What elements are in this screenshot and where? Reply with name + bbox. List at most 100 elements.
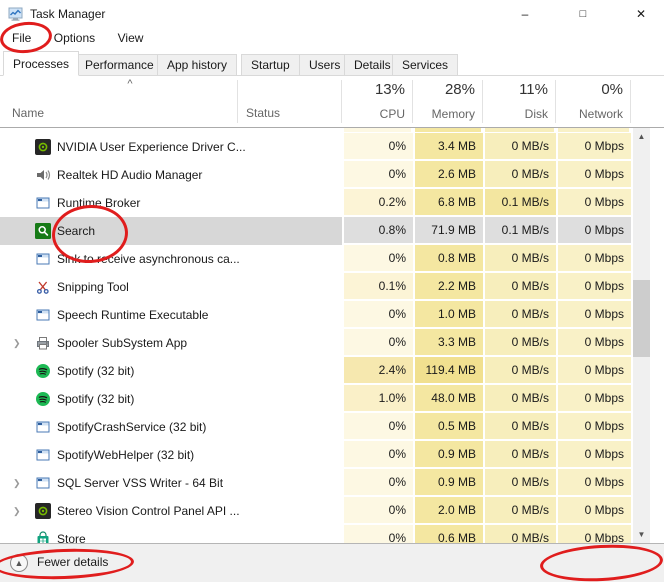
net-cell: 0 Mbps (556, 217, 631, 244)
process-name: Snipping Tool (57, 273, 129, 301)
search-app-icon (35, 223, 51, 239)
cpu-cell: 0.2% (342, 189, 413, 216)
dsk-cell: 0 MB/s (483, 497, 556, 524)
process-row[interactable]: ❯SQL Server VSS Writer - 64 Bit0%0.9 MB0… (0, 469, 664, 497)
menu-item-file[interactable]: File (8, 28, 35, 48)
net-cell: 0 Mbps (556, 497, 631, 524)
process-row[interactable]: Runtime Broker0.2%6.8 MB0.1 MB/s0 Mbps (0, 189, 664, 217)
mem-cell: 3.4 MB (413, 133, 483, 160)
chevron-up-icon: ▲ (10, 554, 28, 572)
column-header-status[interactable]: Status (246, 106, 280, 120)
process-name: NVIDIA User Experience Driver C... (57, 133, 246, 161)
tab-strip: Processes Performance App history Startu… (0, 50, 664, 76)
net-cell: 0 Mbps (556, 385, 631, 412)
footer-bar: ▲ Fewer details End task (0, 543, 664, 582)
mem-cell: 3.3 MB (413, 329, 483, 356)
process-row[interactable]: Store0%0.6 MB0 MB/s0 Mbps (0, 525, 664, 543)
tab-services[interactable]: Services (392, 54, 458, 76)
cpu-cell: 1.0% (342, 385, 413, 412)
expand-chevron-icon[interactable]: ❯ (13, 469, 21, 497)
dsk-cell: 0 MB/s (483, 273, 556, 300)
dsk-cell: 0 MB/s (483, 525, 556, 543)
scroll-down-icon[interactable]: ▼ (633, 526, 650, 543)
cpu-cell: 0.1% (342, 273, 413, 300)
process-row[interactable]: Snipping Tool 0.1%2.2 MB0 MB/s0 Mbps (0, 273, 664, 301)
process-row[interactable]: Speech Runtime Executable0%1.0 MB0 MB/s0… (0, 301, 664, 329)
dsk-cell: 0 MB/s (483, 133, 556, 160)
tab-startup[interactable]: Startup (241, 54, 300, 76)
column-header-network[interactable]: 0% Network (556, 76, 630, 128)
process-row[interactable]: Spotify (32 bit)1.0%48.0 MB0 MB/s0 Mbps (0, 385, 664, 413)
expand-chevron-icon[interactable]: ❯ (13, 497, 21, 525)
tab-processes[interactable]: Processes (3, 51, 79, 76)
cpu-cell: 0% (342, 301, 413, 328)
window-app-icon (35, 251, 51, 267)
dsk-cell: 0 MB/s (483, 441, 556, 468)
process-name: SpotifyWebHelper (32 bit) (57, 441, 194, 469)
window-app-icon (35, 419, 51, 435)
window-app-icon (35, 195, 51, 211)
nvidia-icon (35, 139, 51, 155)
mem-cell: 2.2 MB (413, 273, 483, 300)
column-header-disk[interactable]: 11% Disk (483, 76, 555, 128)
net-cell: 0 Mbps (556, 273, 631, 300)
mem-cell: 0.6 MB (413, 525, 483, 543)
process-row[interactable]: SpotifyCrashService (32 bit)0%0.5 MB0 MB… (0, 413, 664, 441)
mem-cell: 0.5 MB (413, 413, 483, 440)
column-header-cpu[interactable]: 13% CPU (342, 76, 412, 128)
process-row[interactable]: NVIDIA User Experience Driver C...0%3.4 … (0, 133, 664, 161)
cpu-cell: 0% (342, 329, 413, 356)
menu-item-view[interactable]: View (114, 28, 148, 48)
spotify-icon (35, 363, 51, 379)
process-row[interactable]: Sink to receive asynchronous ca...0%0.8 … (0, 245, 664, 273)
net-cell: 0 Mbps (556, 133, 631, 160)
process-row[interactable]: Spotify (32 bit)2.4%119.4 MB0 MB/s0 Mbps (0, 357, 664, 385)
vertical-scrollbar[interactable]: ▲ ▼ (633, 128, 650, 543)
process-name: Sink to receive asynchronous ca... (57, 245, 240, 273)
net-cell: 0 Mbps (556, 161, 631, 188)
window-app-icon (35, 307, 51, 323)
menu-item-options[interactable]: Options (50, 28, 99, 48)
mem-cell: 6.8 MB (413, 189, 483, 216)
process-name: Search (57, 217, 95, 245)
dsk-cell: 0 MB/s (483, 385, 556, 412)
dsk-cell: 0 MB/s (483, 413, 556, 440)
close-button[interactable]: ✕ (621, 0, 661, 28)
nvidia-icon (35, 503, 51, 519)
process-name: Store (57, 525, 86, 543)
process-row-selected[interactable]: Search0.8%71.9 MB0.1 MB/s0 Mbps (0, 217, 664, 245)
title-bar: Task Manager – □ ✕ (0, 0, 664, 28)
dsk-cell: 0 MB/s (483, 301, 556, 328)
minimize-button[interactable]: – (505, 0, 545, 28)
tab-performance[interactable]: Performance (75, 54, 164, 76)
scissors-icon (35, 279, 51, 295)
expand-chevron-icon[interactable]: ❯ (13, 329, 21, 357)
process-name: SQL Server VSS Writer - 64 Bit (57, 469, 223, 497)
process-row[interactable]: Realtek HD Audio Manager0%2.6 MB0 MB/s0 … (0, 161, 664, 189)
net-cell: 0 Mbps (556, 525, 631, 543)
printer-icon (35, 335, 51, 351)
net-cell: 0 Mbps (556, 413, 631, 440)
net-cell: 0 Mbps (556, 329, 631, 356)
net-cell: 0 Mbps (556, 189, 631, 216)
scrollbar-thumb[interactable] (633, 280, 650, 357)
column-header-memory[interactable]: 28% Memory (413, 76, 482, 128)
speaker-icon (35, 167, 51, 183)
process-row[interactable]: ❯Stereo Vision Control Panel API ...0%2.… (0, 497, 664, 525)
column-header-row: ^ Name Status 13% CPU 28% Memory 11% Dis… (0, 76, 664, 128)
process-row[interactable]: SpotifyWebHelper (32 bit)0%0.9 MB0 MB/s0… (0, 441, 664, 469)
process-name: Spooler SubSystem App (57, 329, 187, 357)
maximize-button[interactable]: □ (563, 0, 603, 28)
cpu-cell: 0% (342, 161, 413, 188)
dsk-cell: 0 MB/s (483, 469, 556, 496)
cpu-cell: 0% (342, 413, 413, 440)
column-header-name[interactable]: Name (12, 106, 44, 120)
cpu-cell: 0.8% (342, 217, 413, 244)
process-name: Spotify (32 bit) (57, 385, 134, 413)
process-row[interactable]: ❯Spooler SubSystem App0%3.3 MB0 MB/s0 Mb… (0, 329, 664, 357)
scroll-up-icon[interactable]: ▲ (633, 128, 650, 145)
tab-users[interactable]: Users (299, 54, 350, 76)
net-cell: 0 Mbps (556, 245, 631, 272)
dsk-cell: 0.1 MB/s (483, 189, 556, 216)
tab-app-history[interactable]: App history (157, 54, 237, 76)
